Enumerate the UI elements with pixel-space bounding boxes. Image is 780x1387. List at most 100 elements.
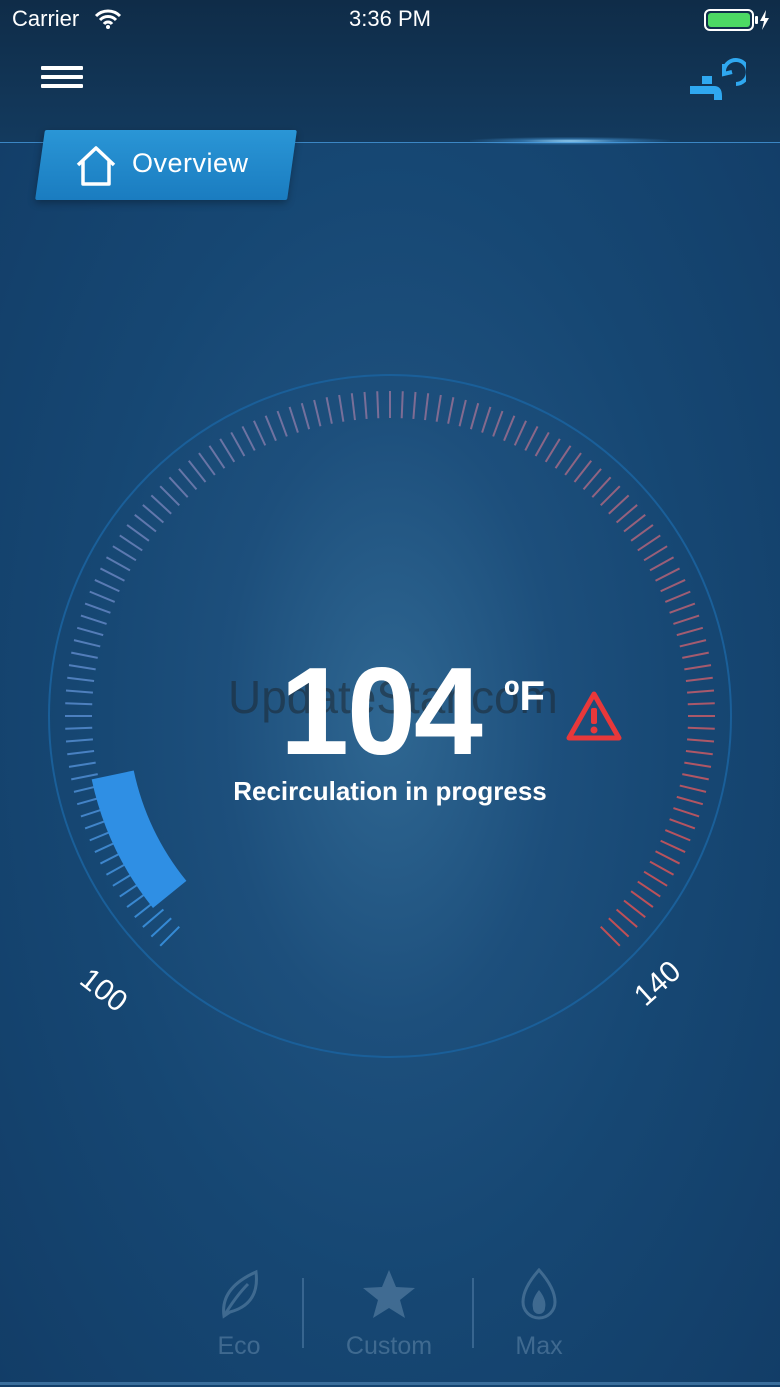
- dial-tick: [669, 818, 696, 830]
- dial-tick: [300, 402, 311, 430]
- dial-tick: [325, 397, 333, 424]
- dial-tick: [660, 579, 686, 593]
- dial-tick: [679, 639, 707, 648]
- dial-tick: [554, 445, 572, 469]
- dial-tick: [649, 556, 675, 572]
- dial-tick: [288, 406, 299, 433]
- dial-tick: [623, 514, 646, 533]
- dial-tick: [687, 702, 715, 706]
- dial-tick: [71, 651, 98, 659]
- dial-tick: [660, 839, 686, 853]
- dial-tick: [684, 761, 712, 768]
- dial-tick: [178, 468, 198, 491]
- dial-tick: [615, 504, 638, 524]
- dial-tick: [94, 579, 120, 593]
- dial-tick: [637, 534, 661, 552]
- dial-tick: [68, 664, 96, 671]
- star-icon: [363, 1270, 415, 1318]
- dial-tick: [655, 567, 681, 582]
- warning-icon[interactable]: [566, 690, 622, 742]
- dial-tick: [73, 639, 101, 648]
- dial-tick: [99, 567, 125, 582]
- dial-tick: [687, 726, 715, 730]
- dial-tick: [230, 431, 246, 457]
- dial-tick: [564, 452, 582, 476]
- dial-tick: [276, 410, 288, 437]
- dial-tick: [400, 391, 404, 419]
- dial-tick: [219, 438, 236, 463]
- dial-tick: [168, 476, 189, 498]
- dial-tick: [608, 917, 630, 938]
- dial-tick: [687, 689, 715, 694]
- dial-tick: [65, 702, 93, 706]
- mode-bar: Eco Custom Max: [0, 1250, 780, 1387]
- dial-tick: [492, 410, 504, 437]
- dial-tick: [67, 750, 95, 756]
- dial-tick: [80, 614, 107, 625]
- dial-tick: [573, 460, 592, 483]
- dial-tick: [469, 402, 480, 430]
- mode-eco-button[interactable]: Eco: [154, 1250, 324, 1370]
- dial-tick: [615, 908, 638, 928]
- dial-tick: [126, 524, 150, 542]
- dial-tick: [338, 394, 345, 422]
- dial-tick: [65, 726, 93, 730]
- dial-tick: [664, 590, 691, 603]
- dial-tick: [447, 397, 455, 424]
- dial-tick: [159, 485, 180, 506]
- dial-tick: [673, 807, 700, 818]
- dial-tick: [435, 394, 442, 422]
- dial-tick: [630, 890, 654, 908]
- dial-tick: [208, 445, 226, 469]
- dial-tick: [481, 406, 492, 433]
- dial-tick: [376, 391, 380, 419]
- dial-tick: [544, 438, 561, 463]
- dial-tick: [643, 545, 668, 562]
- dial-tick: [503, 415, 516, 442]
- flame-icon: [521, 1268, 557, 1320]
- dial-tick: [241, 425, 256, 451]
- dial-tick: [655, 850, 681, 865]
- dial-tick: [68, 761, 96, 768]
- temperature-value: 104: [280, 643, 483, 781]
- dial-tick: [119, 534, 143, 552]
- dial-tick: [424, 393, 430, 421]
- dial-tick: [188, 460, 207, 483]
- dial-tick: [687, 738, 715, 743]
- dial-tick: [363, 391, 368, 419]
- dial-tick: [684, 664, 712, 671]
- dial-tick: [65, 738, 93, 743]
- dial-tick: [76, 626, 104, 637]
- dial-tick: [313, 399, 322, 427]
- dial-tick: [643, 870, 668, 887]
- dial-tick: [591, 476, 612, 498]
- dial-tick: [159, 926, 180, 947]
- dial-tick: [649, 860, 675, 876]
- dial-tick: [84, 602, 111, 614]
- status-text: Recirculation in progress: [233, 776, 547, 806]
- dial-tick: [524, 425, 539, 451]
- dial-tick: [534, 431, 550, 457]
- dial-tick: [142, 504, 165, 524]
- bottom-divider: [0, 1382, 780, 1385]
- dial-tick: [458, 399, 467, 427]
- mode-custom-button[interactable]: Custom: [304, 1250, 474, 1370]
- mode-max-label: Max: [515, 1332, 563, 1360]
- dial-tick: [513, 420, 527, 446]
- dial-tick: [67, 676, 95, 682]
- mode-max-button[interactable]: Max: [454, 1250, 624, 1370]
- dial-tick: [134, 514, 157, 533]
- dial-tick: [105, 556, 131, 572]
- dial-tick: [664, 829, 691, 842]
- dial-tick: [350, 393, 356, 421]
- dial-tick: [630, 524, 654, 542]
- dial-tick: [637, 880, 661, 898]
- dial-tick: [89, 590, 116, 603]
- dial-tick: [600, 485, 621, 506]
- dial-tick: [150, 917, 172, 938]
- dial-tick: [112, 545, 137, 562]
- dial-tick: [685, 676, 713, 682]
- dial-tick: [142, 908, 165, 928]
- dial-tick: [412, 391, 417, 419]
- dial-tick: [600, 926, 621, 947]
